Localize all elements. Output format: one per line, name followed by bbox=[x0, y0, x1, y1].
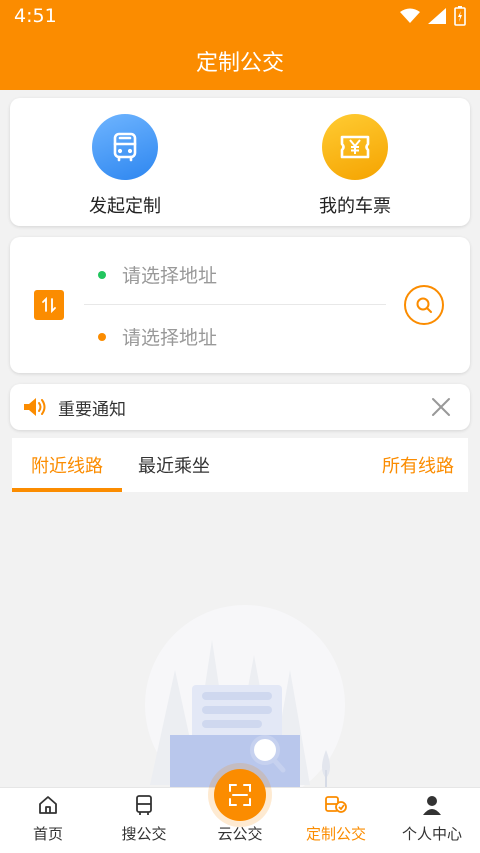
address-divider bbox=[84, 304, 386, 305]
nav-custom-bus[interactable]: 定制公交 bbox=[288, 788, 384, 853]
swap-addresses-button[interactable] bbox=[34, 290, 64, 320]
battery-icon bbox=[454, 6, 466, 26]
app-bar: 定制公交 bbox=[0, 32, 480, 90]
nav-cloud-bus-label: 云公交 bbox=[217, 825, 263, 843]
search-route-button[interactable] bbox=[404, 285, 444, 325]
nav-custom-bus-label: 定制公交 bbox=[305, 825, 366, 843]
destination-placeholder: 请选择地址 bbox=[122, 327, 218, 349]
notice-text: 重要通知 bbox=[58, 399, 126, 420]
nav-home[interactable]: 首页 bbox=[0, 788, 96, 853]
page-title: 定制公交 bbox=[195, 51, 284, 76]
quick-actions-card: 发起定制 我的车票 bbox=[10, 98, 470, 226]
status-time: 4:51 bbox=[14, 5, 57, 27]
nav-profile[interactable]: 个人中心 bbox=[384, 788, 480, 853]
wifi-icon bbox=[400, 8, 420, 23]
swap-icon bbox=[42, 296, 56, 314]
notice-bar[interactable]: 重要通知 bbox=[10, 384, 470, 430]
home-icon bbox=[36, 793, 60, 817]
launch-custom-button[interactable]: 发起定制 bbox=[10, 98, 240, 226]
status-icons bbox=[400, 6, 466, 26]
signal-icon bbox=[428, 8, 446, 24]
tab-recent-rides[interactable]: 最近乘坐 bbox=[138, 438, 210, 492]
destination-address-field[interactable]: 请选择地址 bbox=[98, 323, 217, 350]
ticket-icon bbox=[322, 114, 388, 180]
nav-search-bus[interactable]: 搜公交 bbox=[96, 788, 192, 853]
all-routes-link[interactable]: 所有线路 bbox=[382, 438, 454, 492]
my-tickets-button[interactable]: 我的车票 bbox=[240, 98, 470, 226]
route-tabs: 附近线路 最近乘坐 所有线路 bbox=[12, 438, 468, 492]
custom-bus-icon bbox=[324, 793, 348, 817]
bus-icon bbox=[92, 114, 158, 180]
bus-icon bbox=[132, 793, 156, 817]
empty-state-illustration bbox=[145, 605, 345, 790]
route-selector-card: 请选择地址 请选择地址 bbox=[10, 237, 470, 373]
person-icon bbox=[420, 793, 444, 817]
search-icon bbox=[416, 297, 432, 313]
origin-address-field[interactable]: 请选择地址 bbox=[98, 261, 217, 288]
nav-profile-label: 个人中心 bbox=[401, 825, 462, 843]
nav-home-label: 首页 bbox=[32, 825, 63, 843]
nav-search-bus-label: 搜公交 bbox=[121, 825, 167, 843]
status-bar: 4:51 bbox=[0, 0, 480, 32]
speaker-icon bbox=[24, 398, 46, 416]
my-tickets-label: 我的车票 bbox=[319, 196, 391, 217]
scan-icon bbox=[229, 784, 251, 806]
scan-button[interactable] bbox=[214, 769, 266, 821]
tab-nearby-routes[interactable]: 附近线路 bbox=[12, 438, 122, 492]
destination-dot bbox=[98, 332, 106, 341]
origin-dot bbox=[98, 270, 106, 279]
origin-placeholder: 请选择地址 bbox=[122, 265, 218, 287]
launch-custom-label: 发起定制 bbox=[89, 196, 161, 217]
close-icon[interactable] bbox=[430, 396, 452, 418]
